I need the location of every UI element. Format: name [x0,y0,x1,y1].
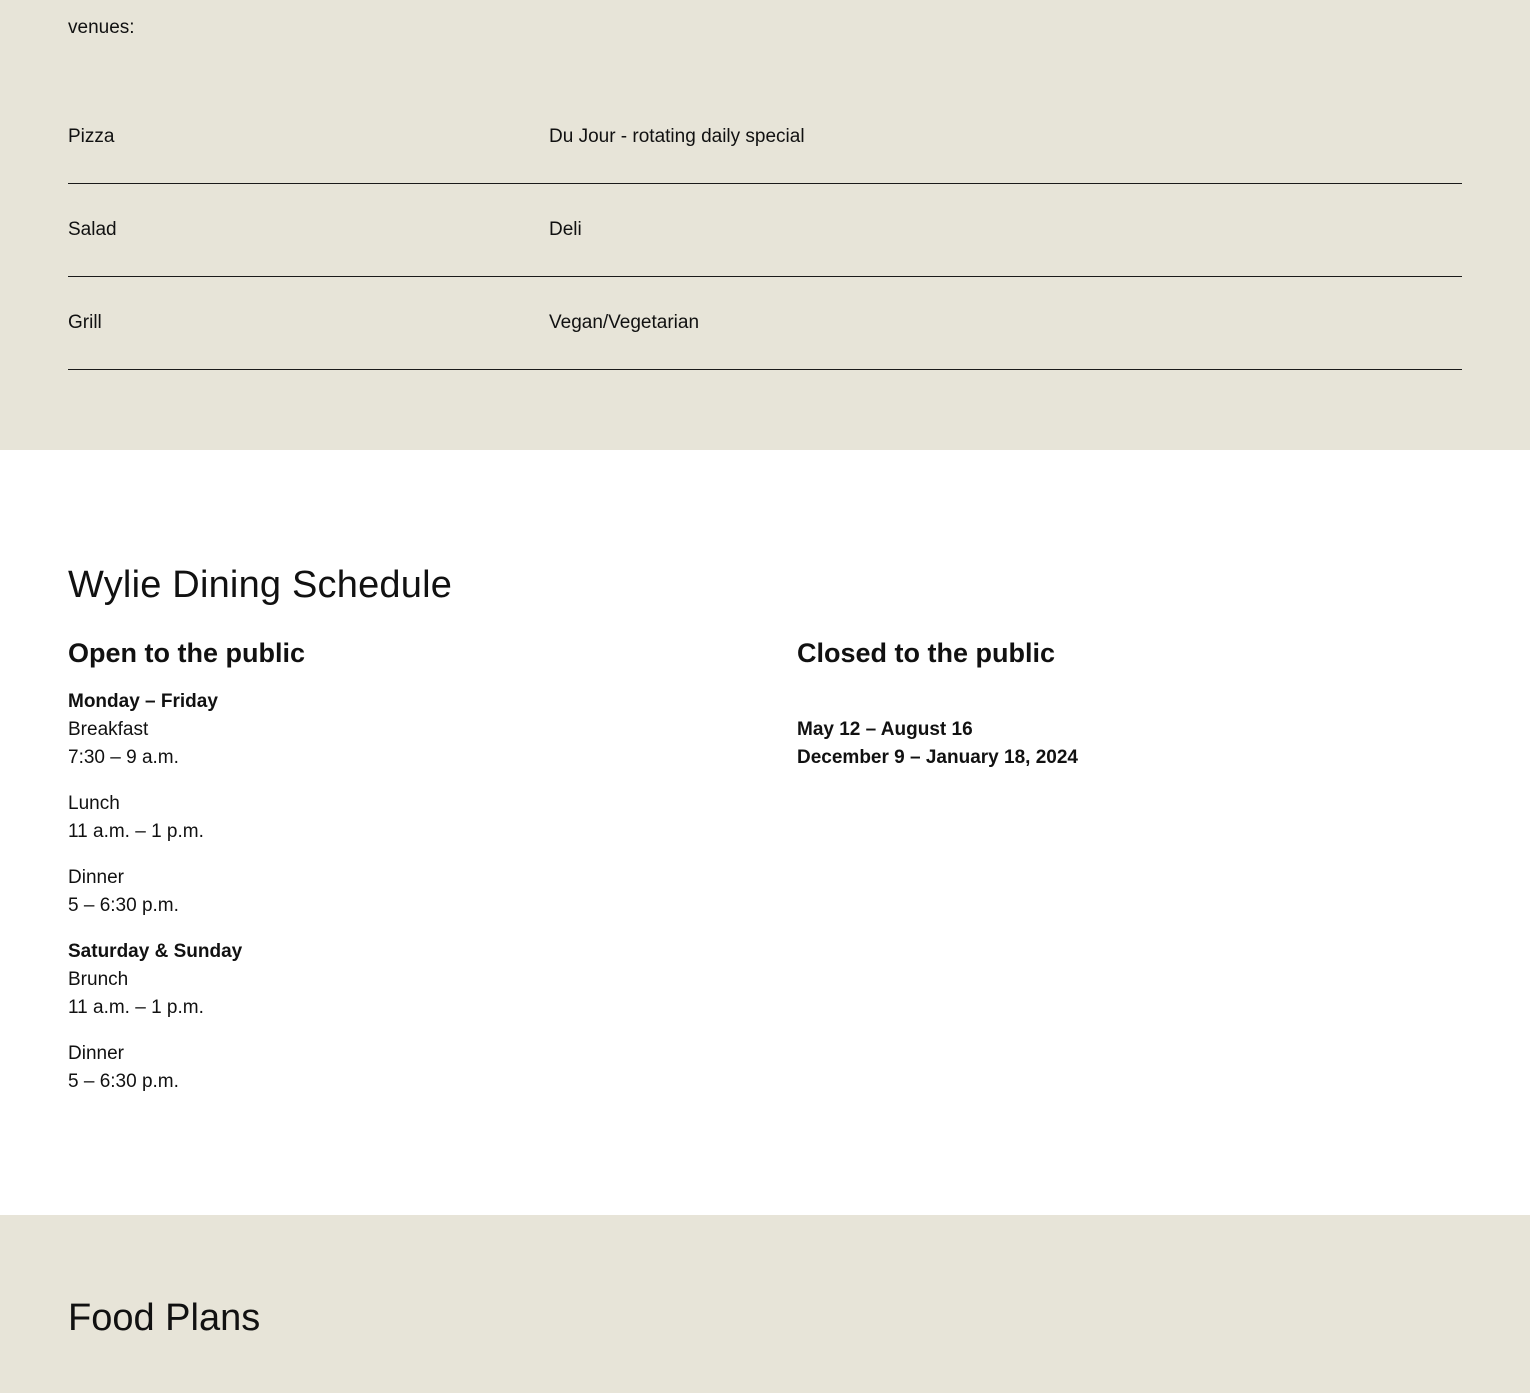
food-plans-title: Food Plans [68,1297,261,1339]
meal-time: 11 a.m. – 1 p.m. [68,821,204,842]
venues-intro-text: venues: [68,17,135,38]
closed-date: December 9 – January 18, 2024 [797,747,1078,768]
closed-heading: Closed to the public [797,638,1056,668]
meal-time: 7:30 – 9 a.m. [68,747,179,768]
venue-name: Grill [68,312,102,333]
venues-table: Pizza Du Jour - rotating daily special S… [68,91,1462,370]
meal-block: Dinner 5 – 6:30 p.m. [68,1040,768,1096]
weekday-label: Monday – Friday [68,691,218,712]
closed-date: May 12 – August 16 [797,719,973,740]
schedule-title: Wylie Dining Schedule [68,564,453,606]
food-plans-section: Food Plans [0,1215,1530,1393]
meal-block: Breakfast 7:30 – 9 a.m. [68,716,768,772]
meal-name: Dinner [68,1043,124,1064]
meal-time: 5 – 6:30 p.m. [68,1071,179,1092]
venue-name: Vegan/Vegetarian [549,312,700,333]
venues-section: . venues: Pizza Du Jour - rotating daily… [0,0,1530,450]
venue-row: Grill Vegan/Vegetarian [68,277,1462,370]
venues-intro: . venues: [68,0,488,42]
venue-name: Salad [68,219,117,240]
venue-name: Pizza [68,126,115,147]
meal-name: Brunch [68,969,129,990]
weekend-label: Saturday & Sunday [68,941,243,962]
meal-block: Dinner 5 – 6:30 p.m. [68,864,768,920]
meal-time: 11 a.m. – 1 p.m. [68,997,204,1018]
meal-name: Breakfast [68,719,149,740]
venue-name: Du Jour - rotating daily special [549,126,805,147]
closed-dates: May 12 – August 16 December 9 – January … [797,716,1462,772]
schedule-section: Wylie Dining Schedule Open to the public… [0,450,1530,1215]
meal-block: Lunch 11 a.m. – 1 p.m. [68,790,768,846]
open-heading: Open to the public [68,638,305,668]
meal-time: 5 – 6:30 p.m. [68,895,179,916]
meal-name: Dinner [68,867,124,888]
venue-name: Deli [549,219,582,240]
venue-row: Salad Deli [68,184,1462,277]
open-column: Open to the public Monday – Friday Break… [68,635,768,1114]
meal-block: Brunch 11 a.m. – 1 p.m. [68,966,768,1022]
closed-column: Closed to the public May 12 – August 16 … [797,635,1462,772]
venue-row: Pizza Du Jour - rotating daily special [68,91,1462,184]
meal-name: Lunch [68,793,120,814]
